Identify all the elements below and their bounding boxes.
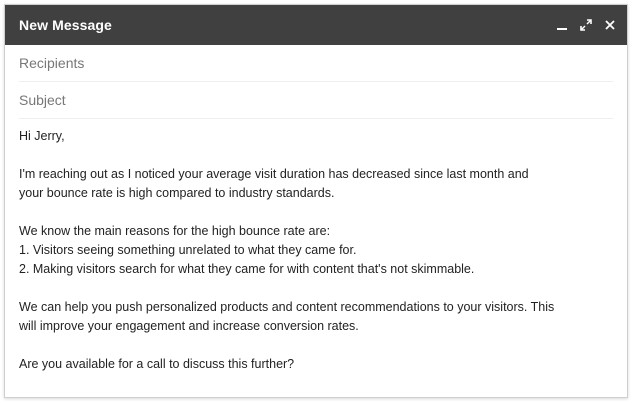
recipients-row — [19, 45, 613, 82]
expand-icon[interactable] — [579, 18, 593, 32]
paragraph-2-line-3: 2. Making visitors search for what they … — [19, 262, 475, 276]
greeting-text: Hi Jerry, — [19, 129, 65, 143]
closing-text: Are you available for a call to discuss … — [19, 357, 295, 371]
compose-titlebar[interactable]: New Message — [5, 5, 627, 45]
paragraph-2-line-1: We know the main reasons for the high bo… — [19, 224, 331, 238]
paragraph-3-line-1: We can help you push personalized produc… — [19, 300, 555, 314]
minimize-icon[interactable] — [555, 18, 569, 32]
paragraph-1-line-1: I'm reaching out as I noticed your avera… — [19, 167, 529, 181]
compose-window: New Message Recipients Subject Hi Jerry,… — [4, 4, 628, 398]
paragraph-2-line-2: 1. Visitors seeing something unrelated t… — [19, 243, 357, 257]
window-controls — [555, 18, 617, 32]
paragraph-3-line-2: will improve your engagement and increas… — [19, 319, 359, 333]
compose-title: New Message — [19, 17, 112, 33]
subject-input[interactable] — [19, 92, 613, 108]
recipients-input[interactable] — [19, 55, 613, 71]
message-body[interactable]: Hi Jerry, I'm reaching out as I noticed … — [5, 119, 627, 374]
paragraph-1-line-2: your bounce rate is high compared to ind… — [19, 186, 335, 200]
subject-row — [19, 82, 613, 119]
close-icon[interactable] — [603, 18, 617, 32]
